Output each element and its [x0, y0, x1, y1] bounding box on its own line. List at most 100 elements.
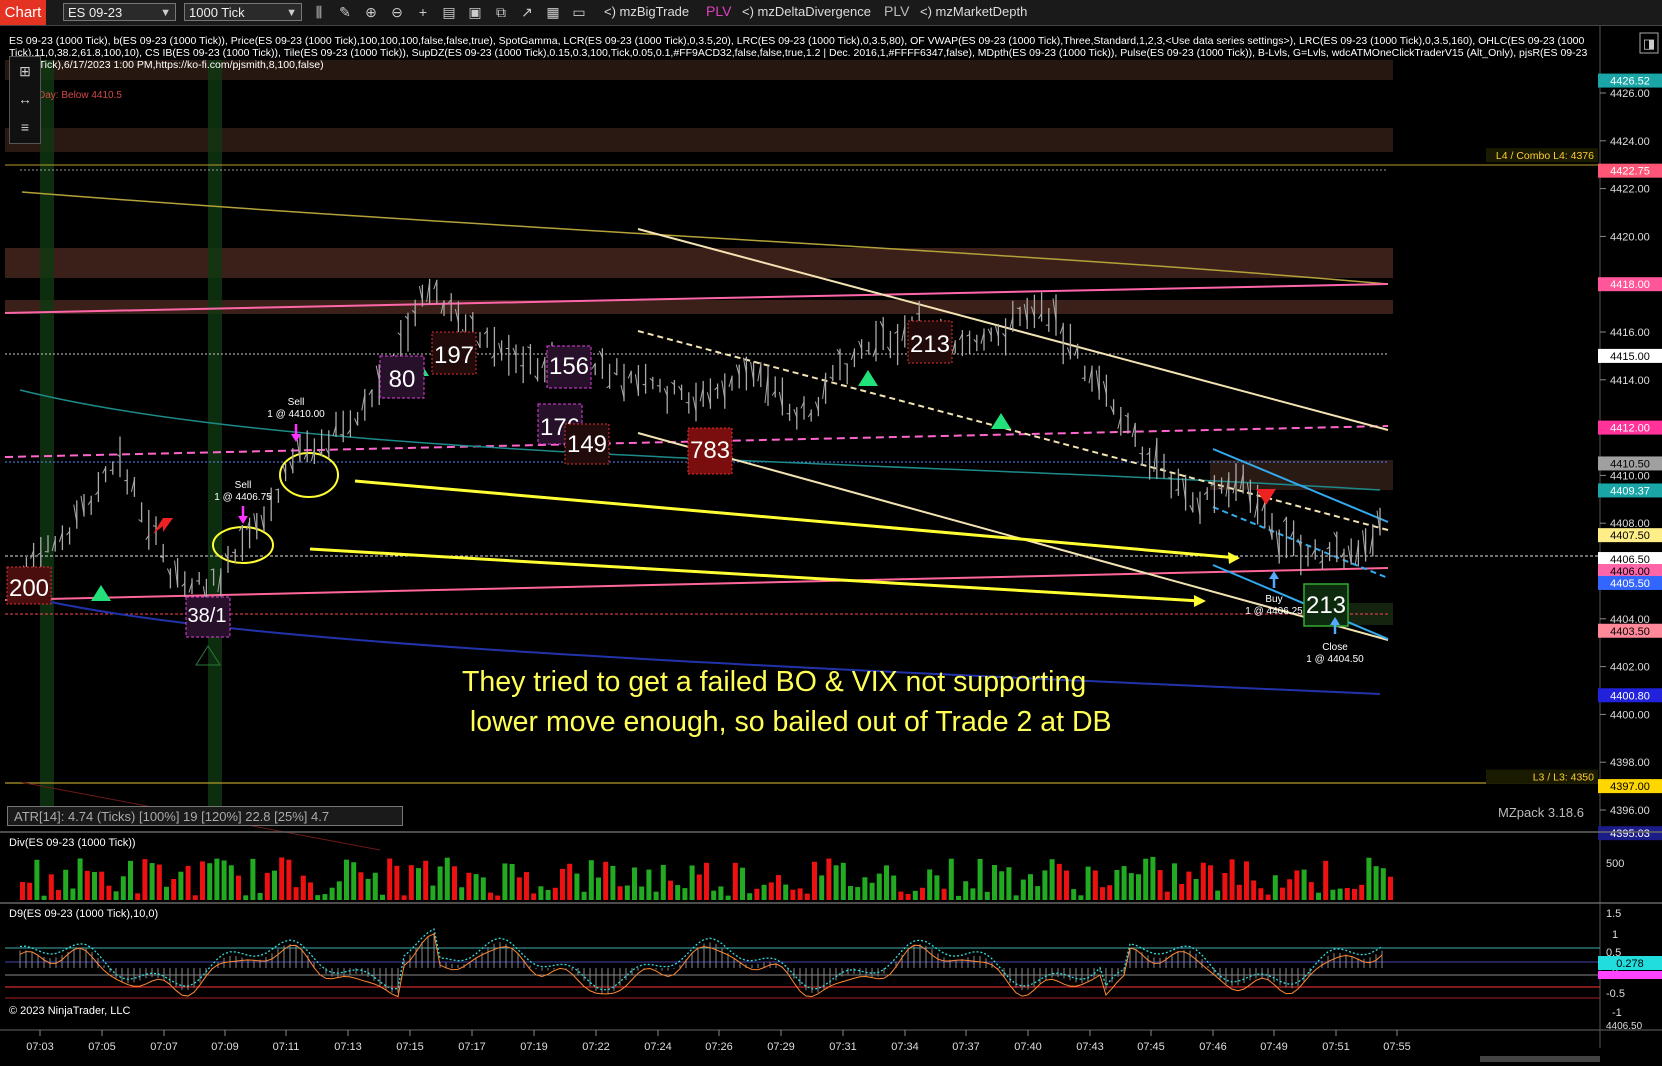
div-bar	[819, 875, 825, 900]
div-bar	[1308, 882, 1314, 900]
time-tick-label: 07:43	[1076, 1041, 1104, 1053]
div-bar	[1172, 863, 1177, 900]
div-bar	[747, 893, 753, 900]
div-bar	[387, 858, 393, 900]
div-bar	[617, 886, 623, 900]
svg-text:Sell: Sell	[235, 480, 252, 491]
indicators-icon[interactable]: ↗	[518, 3, 536, 21]
trade-annotation: They tried to get a failed BO & VIX not …	[462, 666, 1112, 738]
time-tick-label: 07:15	[396, 1041, 424, 1053]
div-bar	[27, 882, 33, 900]
div-bar	[581, 891, 587, 900]
svg-text:4415.00: 4415.00	[1610, 351, 1650, 363]
div-bar	[480, 877, 486, 900]
horizontal-scrollbar[interactable]	[1480, 1056, 1600, 1062]
svg-text:4409.37: 4409.37	[1610, 485, 1650, 497]
time-tick-label: 07:09	[211, 1041, 239, 1053]
div-bar	[516, 877, 522, 900]
div-bar	[696, 874, 702, 900]
interval-value: 1000 Tick	[189, 5, 245, 20]
div-bar	[279, 857, 285, 900]
strategies-icon[interactable]: ⧉	[492, 3, 510, 21]
svg-text:1: 1	[1612, 929, 1618, 941]
div-bar	[149, 863, 155, 900]
div-bar	[927, 869, 933, 900]
div-bar	[300, 875, 306, 900]
indicator-button-mzbigtrade[interactable]: <) mzBigTrade	[604, 4, 689, 19]
div-bar	[1287, 879, 1293, 900]
div-bar	[977, 858, 983, 900]
properties-icon[interactable]: ▤	[440, 3, 458, 21]
indicator-button-mzmarketdepth[interactable]: <) mzMarketDepth	[920, 4, 1027, 19]
div-bar	[228, 865, 234, 900]
ruler-icon[interactable]: ⊞	[10, 57, 40, 85]
snapshot-icon[interactable]: ▭	[570, 3, 588, 21]
div-bar	[653, 891, 659, 900]
price-badge: 4400.80	[1598, 688, 1662, 703]
div-bar	[509, 863, 515, 900]
svg-text:4410.50: 4410.50	[1610, 458, 1650, 470]
svg-text:156: 156	[549, 353, 589, 380]
div-bar	[1294, 870, 1300, 900]
interval-select[interactable]: 1000 Tick ▼	[184, 3, 302, 21]
time-tick-label: 07:19	[520, 1041, 548, 1053]
price-tick-label: 4400.00	[1610, 709, 1650, 721]
bar-type-icon[interactable]: ⫼	[310, 3, 328, 21]
horizontal-resize-icon[interactable]: ↔	[10, 85, 40, 113]
svg-text:-1: -1	[1612, 1007, 1622, 1019]
time-tick-label: 07:45	[1137, 1041, 1165, 1053]
chart-trader-icon[interactable]: ▦	[544, 3, 562, 21]
draw-pencil-icon[interactable]: ✎	[336, 3, 354, 21]
div-bar	[1359, 884, 1365, 900]
atr-readout: ATR[14]: 4.74 (Ticks) [100%] 19 [120%] 2…	[7, 806, 403, 826]
div-bar	[372, 872, 378, 900]
div-bar	[1056, 863, 1062, 900]
indicator-button-plv-2[interactable]: PLV	[884, 3, 909, 19]
div-bar	[999, 871, 1005, 900]
div-bar	[646, 869, 652, 900]
div-bar	[329, 887, 335, 900]
div-bar	[560, 868, 565, 900]
price-tick-label: 4424.00	[1610, 136, 1650, 148]
price-chart-canvas[interactable]: 200 38/1 80 197 156 176 149 783 213 213 …	[0, 26, 1662, 1066]
div-bar	[1157, 870, 1163, 900]
svg-text:197: 197	[434, 342, 474, 369]
div-bar	[776, 875, 781, 900]
div-bar	[797, 888, 803, 900]
div-bar	[1064, 870, 1069, 900]
indicator-header-text: ES 09-23 (1000 Tick), b(ES 09-23 (1000 T…	[9, 35, 1588, 71]
zoom-in-icon[interactable]: ⊕	[362, 3, 380, 21]
chevron-down-icon: ▼	[160, 7, 171, 19]
instrument-select[interactable]: ES 09-23 ▼	[63, 3, 176, 21]
indicator-button-plv-1[interactable]: PLV	[706, 3, 731, 19]
indicator-button-mzdeltadivergence[interactable]: <) mzDeltaDivergence	[742, 4, 871, 19]
volume-box: 213	[907, 320, 953, 364]
div-bar	[1215, 890, 1221, 900]
div-bar	[689, 865, 695, 900]
div-bar	[178, 871, 184, 900]
div-bar	[1280, 887, 1285, 900]
level-label: L4 / Combo L4: 4376	[1486, 148, 1598, 163]
div-bar	[1330, 889, 1336, 900]
instrument-value: ES 09-23	[68, 5, 123, 20]
menu-icon[interactable]: ≡	[10, 113, 40, 141]
div-bar	[495, 895, 501, 900]
chart-tab[interactable]: Chart	[0, 0, 46, 25]
div-bar	[1366, 857, 1372, 900]
div-bar	[135, 893, 141, 900]
div-bar	[610, 865, 616, 900]
svg-text:1 @ 4410.00: 1 @ 4410.00	[267, 409, 325, 420]
template-icon[interactable]: ▣	[466, 3, 484, 21]
div-bar	[164, 886, 169, 900]
crosshair-icon[interactable]: +	[414, 3, 432, 21]
div-bar	[128, 860, 133, 900]
price-badge: 4403.50	[1598, 623, 1662, 638]
mzpack-version: MZpack 3.18.6	[1498, 805, 1584, 820]
div-bar	[56, 890, 61, 900]
div-bar	[970, 888, 976, 900]
div-bar	[862, 877, 868, 900]
div-bar	[790, 889, 796, 900]
div-bar	[171, 878, 177, 900]
zoom-out-icon[interactable]: ⊖	[388, 3, 406, 21]
chevron-down-icon: ▼	[286, 7, 297, 19]
